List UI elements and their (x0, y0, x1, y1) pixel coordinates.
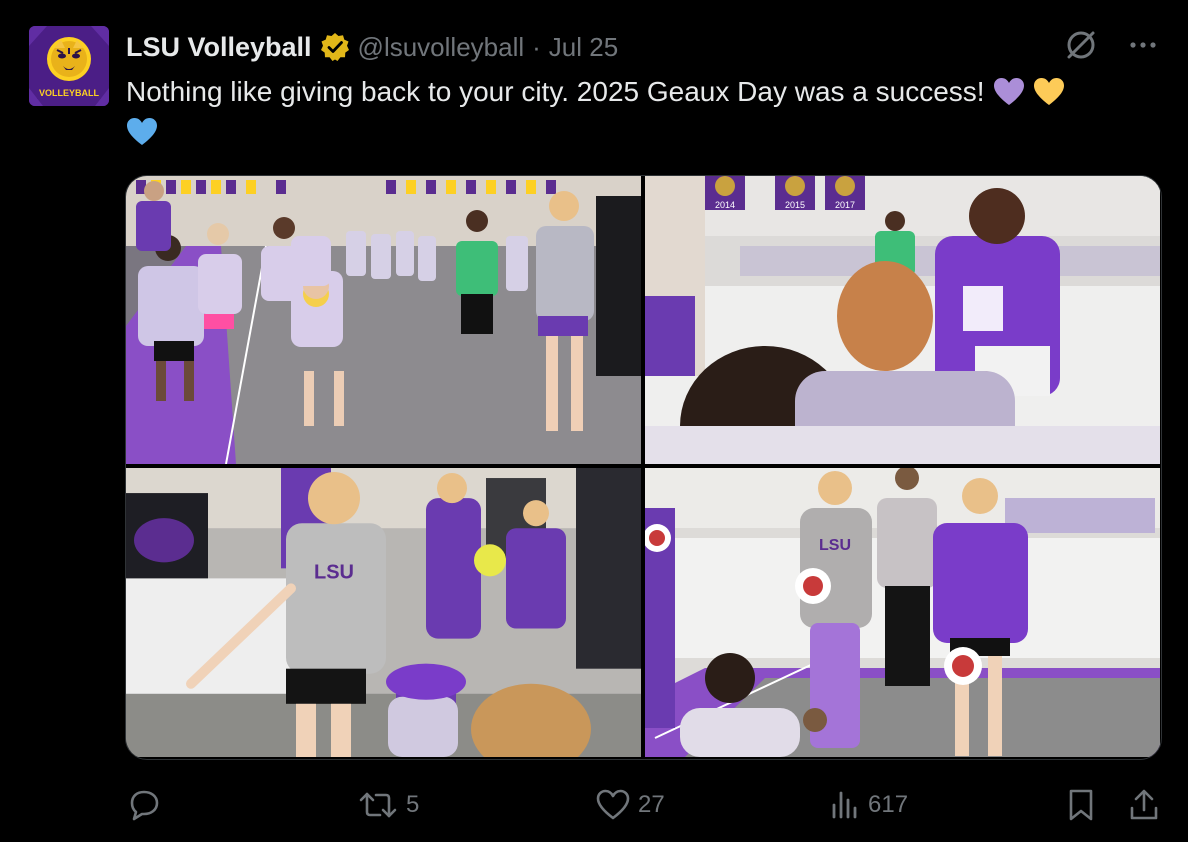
purple-heart-icon (993, 77, 1025, 107)
share-icon (1130, 789, 1158, 820)
views-icon (832, 791, 857, 819)
photo-2[interactable]: 2014 2015 2017 (645, 176, 1160, 464)
views-count: 617 (868, 791, 909, 818)
more-options-icon[interactable] (1128, 40, 1158, 50)
blue-heart-icon (126, 117, 158, 147)
photo-icon: LSU (645, 468, 1160, 757)
photo-icon: LSU (126, 468, 641, 757)
tweet-date[interactable]: Jul 25 (549, 32, 618, 63)
tweet: VOLLEYBALL LSU Volleyball @lsuvolleyball… (0, 0, 1188, 842)
account-name[interactable]: LSU Volleyball (126, 32, 312, 63)
bookmark-icon (1069, 789, 1093, 821)
photo-icon (126, 176, 641, 464)
retweet-icon (359, 792, 397, 818)
separator-dot: · (532, 31, 541, 62)
retweet-button[interactable]: 5 (358, 786, 419, 824)
reply-button[interactable] (126, 786, 170, 824)
retweet-count: 5 (406, 791, 420, 818)
photo-3[interactable]: LSU (126, 468, 641, 757)
like-button[interactable]: 27 (596, 786, 665, 824)
yellow-heart-icon (1033, 77, 1065, 107)
share-button[interactable] (1128, 786, 1160, 824)
tweet-actions-bar: 5 27 617 (126, 786, 1160, 824)
banner-year-1: 2014 (715, 200, 735, 210)
photo-icon: 2014 2015 2017 (645, 176, 1160, 464)
like-icon (596, 789, 630, 820)
like-count: 27 (638, 791, 665, 818)
media-grid: 2014 2015 2017 LSU LSU (125, 175, 1162, 760)
avatar-label: VOLLEYBALL (39, 88, 100, 98)
avatar[interactable]: VOLLEYBALL (29, 26, 109, 106)
views-button[interactable]: 617 (830, 786, 908, 824)
grok-icon[interactable] (1064, 28, 1098, 62)
account-handle[interactable]: @lsuvolleyball (358, 32, 525, 63)
reply-icon (130, 790, 159, 821)
photo-overlay-lsu: LSU (314, 561, 354, 583)
lsu-tiger-logo-icon: VOLLEYBALL (29, 26, 109, 106)
tweet-text-body: Nothing like giving back to your city. 2… (126, 76, 985, 107)
verified-badge-icon[interactable] (320, 32, 350, 62)
tweet-header: LSU Volleyball @lsuvolleyball · Jul 25 (126, 30, 618, 64)
banner-year-2: 2015 (785, 200, 805, 210)
tweet-text: Nothing like giving back to your city. 2… (126, 72, 1156, 152)
bookmark-button[interactable] (1066, 786, 1096, 824)
photo-4[interactable]: LSU (645, 468, 1160, 757)
photo-1[interactable] (126, 176, 641, 464)
photo-overlay-lsu-2: LSU (819, 537, 851, 554)
banner-year-3: 2017 (835, 200, 855, 210)
tweet-top-actions (1064, 28, 1158, 62)
